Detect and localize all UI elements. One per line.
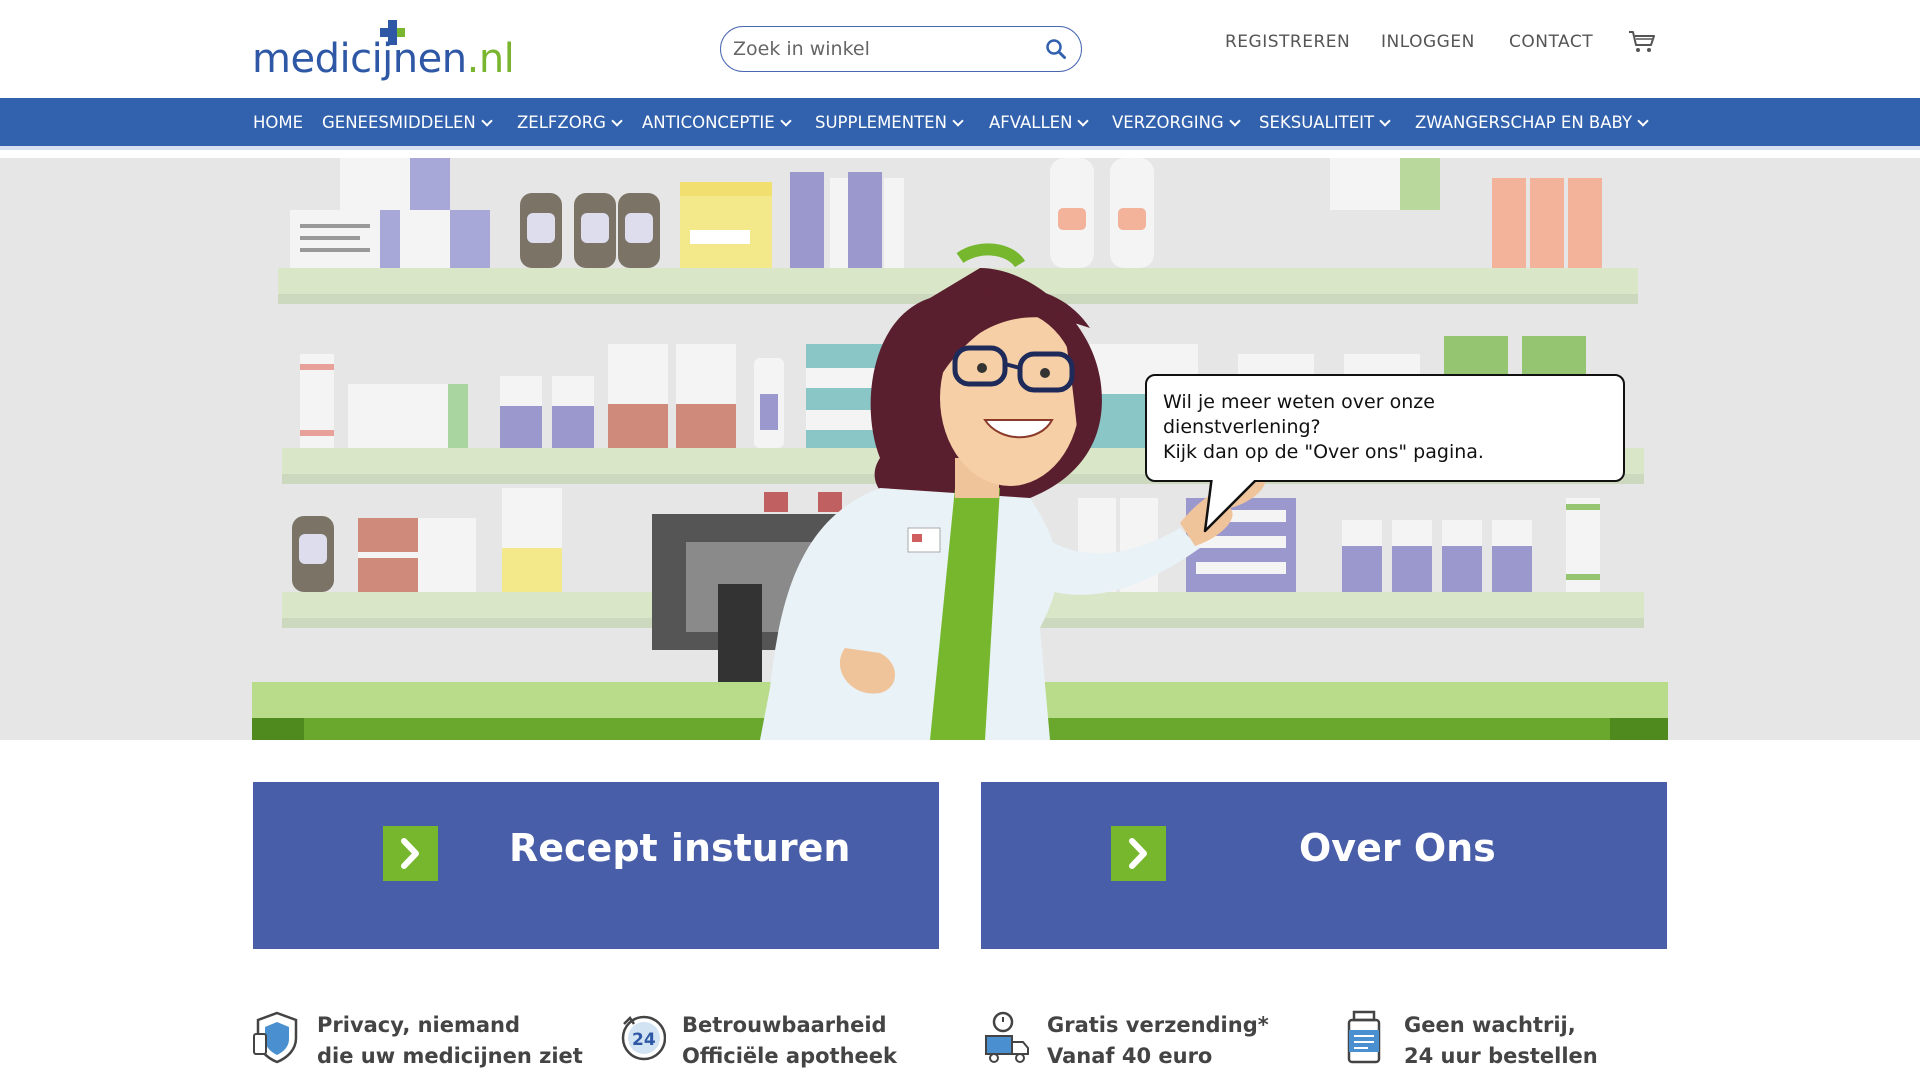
over-ons-button[interactable]: Over Ons [981,782,1667,949]
logo-text: medicijnen [252,36,467,82]
register-link[interactable]: REGISTREREN [1225,32,1350,54]
chevron-down-icon [1077,115,1090,127]
usp-geen-wachtrij-line2: 24 uur bestellen [1404,1044,1598,1068]
usp-privacy-line2: die uw medicijnen ziet [317,1044,583,1068]
bubble-line-2: dienstverlening? [1163,416,1321,438]
delivery-truck-icon [985,1011,1029,1063]
usp-verzending-line2: Vanaf 40 euro [1047,1044,1213,1068]
usp-verzending: Gratis verzending* Vanaf 40 euro [983,1006,1313,1080]
chevron-right-icon [383,826,438,881]
chevron-down-icon [1379,115,1391,127]
over-ons-label: Over Ons [1299,826,1496,870]
login-link[interactable]: INLOGGEN [1381,32,1475,54]
pharmacy-illustration [252,158,1668,740]
nav-seksualiteit[interactable]: SEKSUALITEIT [1259,113,1391,132]
chevron-down-icon [780,115,792,127]
site-header: medicijnen.nl REGISTREREN INLOGGEN CONTA… [0,0,1920,98]
search-input[interactable] [733,35,1033,63]
chevron-down-icon [611,115,623,127]
logo-tld: .nl [466,36,515,82]
chevron-right-icon [1111,826,1166,881]
24h-clock-icon: 24 [621,1015,666,1061]
cart-icon[interactable] [1628,30,1656,54]
usp-verzending-line1: Gratis verzending* [1047,1013,1269,1037]
chevron-down-icon [1229,115,1241,127]
bubble-line-3: Kijk dan op de "Over ons" pagina. [1163,441,1484,463]
nav-afvallen[interactable]: AFVALLEN [989,113,1090,132]
nav-verzorging[interactable]: VERZORGING [1112,113,1241,132]
svg-text:24: 24 [632,1030,656,1050]
chevron-down-icon [1637,115,1649,127]
recept-insturen-button[interactable]: Recept insturen [253,782,939,949]
usp-privacy: Privacy, niemand die uw medicijnen ziet [253,1006,583,1080]
search-icon[interactable] [1045,38,1067,60]
nav-zelfzorg[interactable]: ZELFZORG [517,113,623,132]
chevron-down-icon [481,115,493,127]
usp-betrouwbaarheid: 24 Betrouwbaarheid Officiële apotheek [618,1006,938,1080]
bubble-line-1: Wil je meer weten over onze [1163,391,1435,413]
usp-geen-wachtrij-line1: Geen wachtrij, [1404,1013,1576,1037]
usp-betrouwbaarheid-line2: Officiële apotheek [682,1044,897,1068]
recept-insturen-label: Recept insturen [509,826,851,870]
main-navigation: HOME GENEESMIDDELEN ZELFZORG ANTICONCEPT… [0,98,1920,150]
nav-geneesmiddelen[interactable]: GENEESMIDDELEN [322,113,493,132]
speech-bubble: Wil je meer weten over onze dienstverlen… [1145,374,1625,482]
nav-home[interactable]: HOME [253,113,303,132]
contact-link[interactable]: CONTACT [1509,32,1593,54]
usp-privacy-line1: Privacy, niemand [317,1013,521,1037]
nav-supplementen[interactable]: SUPPLEMENTEN [815,113,964,132]
pill-bottle-icon [1347,1010,1381,1064]
chevron-down-icon [952,115,964,127]
search-box[interactable] [720,26,1082,72]
nav-zwangerschap-en-baby[interactable]: ZWANGERSCHAP EN BABY [1415,113,1649,132]
usp-betrouwbaarheid-line1: Betrouwbaarheid [682,1013,887,1037]
usp-geen-wachtrij: Geen wachtrij, 24 uur bestellen [1340,1006,1660,1080]
site-logo[interactable]: medicijnen.nl [252,18,515,82]
privacy-shield-icon [253,1011,298,1064]
hero-banner[interactable]: Wil je meer weten over onze dienstverlen… [0,158,1920,740]
speech-bubble-tail [1203,476,1262,533]
nav-anticonceptie[interactable]: ANTICONCEPTIE [642,113,792,132]
